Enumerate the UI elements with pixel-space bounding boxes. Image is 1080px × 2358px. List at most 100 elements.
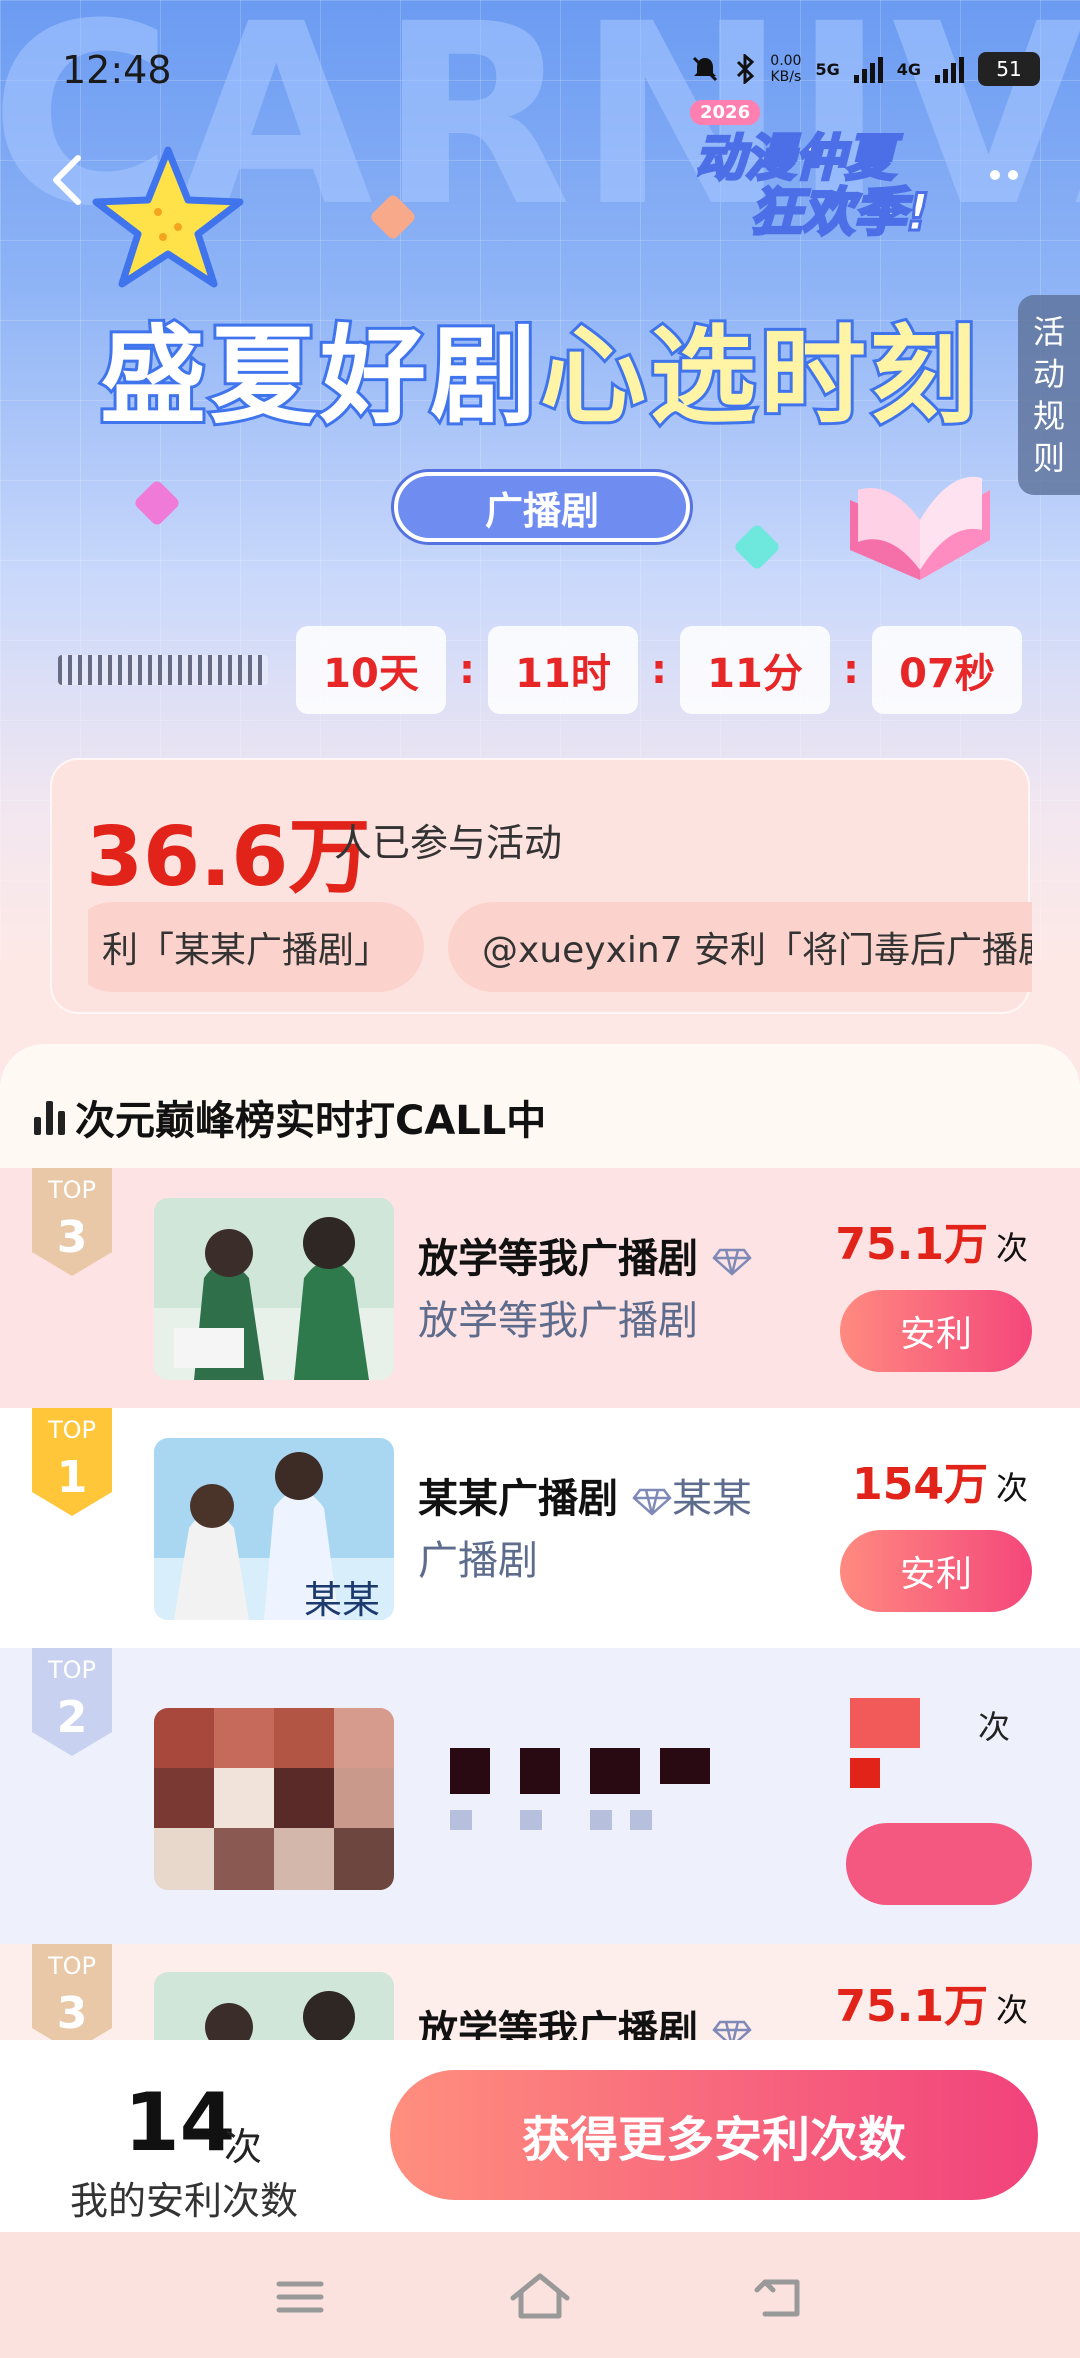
ticker-item: @xueyxin7 安利「将门毒后广播剧 [448,902,1032,992]
participant-text: 人已参与活动 [334,821,563,865]
battery-icon: 51 [978,52,1040,86]
top-rank-badge-silver: TOP 2 [32,1648,112,1756]
recommend-ticker: 利「某某广播剧」 @xueyxin7 安利「将门毒后广播剧 [88,902,1032,992]
drama-title: 某某广播剧 [418,1476,618,1522]
badge-top-text: TOP [47,1176,96,1204]
vote-unit: 次 [995,1229,1028,1267]
participant-count: 36.6万 [86,810,371,905]
drama-title-block[interactable]: 某某广播剧 某某 广播剧 [418,1468,798,1592]
countdown-minutes: 11分 [680,626,830,714]
badge-top-text: TOP [47,1416,96,1444]
countdown-hours: 11时 [488,626,638,714]
category-pill[interactable]: 广播剧 [394,472,690,542]
vote-count: 75.1万次 [835,1208,1028,1272]
my-recommend-count: 14 [124,2076,236,2169]
signal-icon-1 [853,55,883,83]
ranking-row: TOP 3 放学等我广播剧 75.1万次 [0,1944,1080,2040]
badge-rank-number: 1 [57,1452,88,1503]
rules-char-4: 则 [1032,439,1065,477]
action-bar: 14 次 我的安利次数 获得更多安利次数 [0,2040,1080,2232]
ranking-row: TOP 1 某某 某某广播剧 某某 广播剧 154万次 安利 [0,1408,1080,1648]
badge-line2: 狂欢季! [749,182,932,245]
activity-rules-tab[interactable]: 活 动 规 则 [1018,295,1080,495]
vote-count: 154万次 [852,1448,1028,1512]
net-speed-value: 0.00 [770,53,802,69]
rules-char-3: 规 [1032,397,1065,435]
more-menu-icon[interactable] [990,170,1018,180]
drama-subtitle: 放学等我广播剧 [418,1298,698,1344]
drama-cover-image[interactable]: 某某 [154,1438,394,1620]
event-title-part2: 心选时刻 [537,312,980,441]
countdown-timer: 10天 : 11时 : 11分 : 07秒 [58,626,1028,714]
my-recommend-count-label: 我的安利次数 [70,2179,299,2223]
ranking-row: TOP 3 放学等我广播剧 放学等我广播剧 75.1万次 安利 [0,1168,1080,1408]
badge-rank-number: 3 [57,1988,88,2039]
drama-title: 放学等我广播剧 [418,2008,698,2040]
drama-cover-image[interactable] [154,1972,394,2040]
home-icon[interactable] [505,2262,575,2332]
ranking-title: 次元巅峰榜实时打CALL中 [75,1098,547,1144]
ticker-item: 利「某某广播剧」 [88,902,425,992]
status-time: 12:48 [62,48,172,92]
rules-char-1: 活 [1032,313,1065,351]
get-more-recommends-button[interactable]: 获得更多安利次数 [390,2070,1038,2200]
signal-icon-2 [935,55,964,83]
drama-title-redacted [450,1748,710,1830]
top-rank-badge-bronze: TOP 3 [32,1168,112,1276]
rules-char-2: 动 [1032,355,1065,393]
drama-cover-image[interactable] [154,1198,394,1380]
status-icons: 0.00 KB/s 5G 4G 51 [690,52,1040,86]
countdown-separator: : [843,647,859,693]
countdown-seconds: 07秒 [872,626,1022,714]
event-title-part1: 盛夏好剧 [97,312,540,441]
countdown-label-redacted [58,655,268,685]
vote-unit: 次 [995,1469,1028,1507]
badge-rank-number: 3 [57,1212,88,1263]
drama-title-block[interactable]: 放学等我广播剧 [418,2000,798,2040]
bluetooth-icon [737,54,755,84]
mute-icon [693,56,718,82]
my-recommend-count-unit: 次 [224,2125,263,2169]
vote-number: 75.1万 [835,1219,988,1270]
menu-icon[interactable] [265,2262,335,2332]
vote-count: 75.1万次 [835,1970,1028,2034]
diamond-icon [632,1488,672,1516]
top-rank-badge-gold: TOP 1 [32,1408,112,1516]
event-badge: 2026 动漫仲夏 狂欢季! [690,100,960,245]
badge-top-text: TOP [47,1952,96,1980]
drama-subtitle-inline: 某某 [671,1476,752,1522]
recommend-button[interactable]: 安利 [840,1530,1032,1612]
diamond-icon [712,2020,752,2040]
star-decoration-icon [92,146,244,288]
drama-cover-image-redacted[interactable] [154,1708,394,1890]
system-nav-bar [0,2232,1080,2358]
back-nav-icon[interactable] [745,2262,815,2332]
diamond-icon [712,1248,752,1276]
top-rank-badge-bronze: TOP 3 [32,1944,112,2040]
network-5g-label: 5G [815,59,840,79]
countdown-separator: : [651,647,667,693]
ranking-row: TOP 2 次 [0,1648,1080,1944]
event-title: 盛夏好剧心选时刻 [70,290,1010,444]
svg-text:某某: 某某 [304,1578,380,1620]
vote-number: 154万 [852,1459,988,1510]
vote-unit: 次 [995,1991,1028,2029]
open-book-decoration-icon [850,476,990,580]
badge-rank-number: 2 [57,1692,88,1743]
vote-number: 75.1万 [835,1981,988,2032]
drama-title-block[interactable]: 放学等我广播剧 放学等我广播剧 [418,1228,798,1352]
countdown-days: 10天 [296,626,446,714]
net-speed-unit: KB/s [770,69,802,85]
vote-unit: 次 [978,1708,1010,1746]
badge-top-text: TOP [47,1656,96,1684]
countdown-separator: : [459,647,475,693]
bar-chart-icon [34,1099,65,1135]
status-bar: 12:48 0.00 KB/s 5G 4G 51 [0,0,1080,110]
net-speed: 0.00 KB/s [770,53,801,85]
recommend-button[interactable]: 安利 [840,1290,1032,1372]
drama-subtitle: 广播剧 [418,1538,538,1584]
participation-card: 36.6万 人已参与活动 利「某某广播剧」 @xueyxin7 安利「将门毒后广… [50,758,1032,1014]
network-4g-label: 4G [896,59,921,79]
vote-area-redacted: 次 [846,1698,1032,1905]
ranking-header: 次元巅峰榜实时打CALL中 [34,1088,546,1146]
